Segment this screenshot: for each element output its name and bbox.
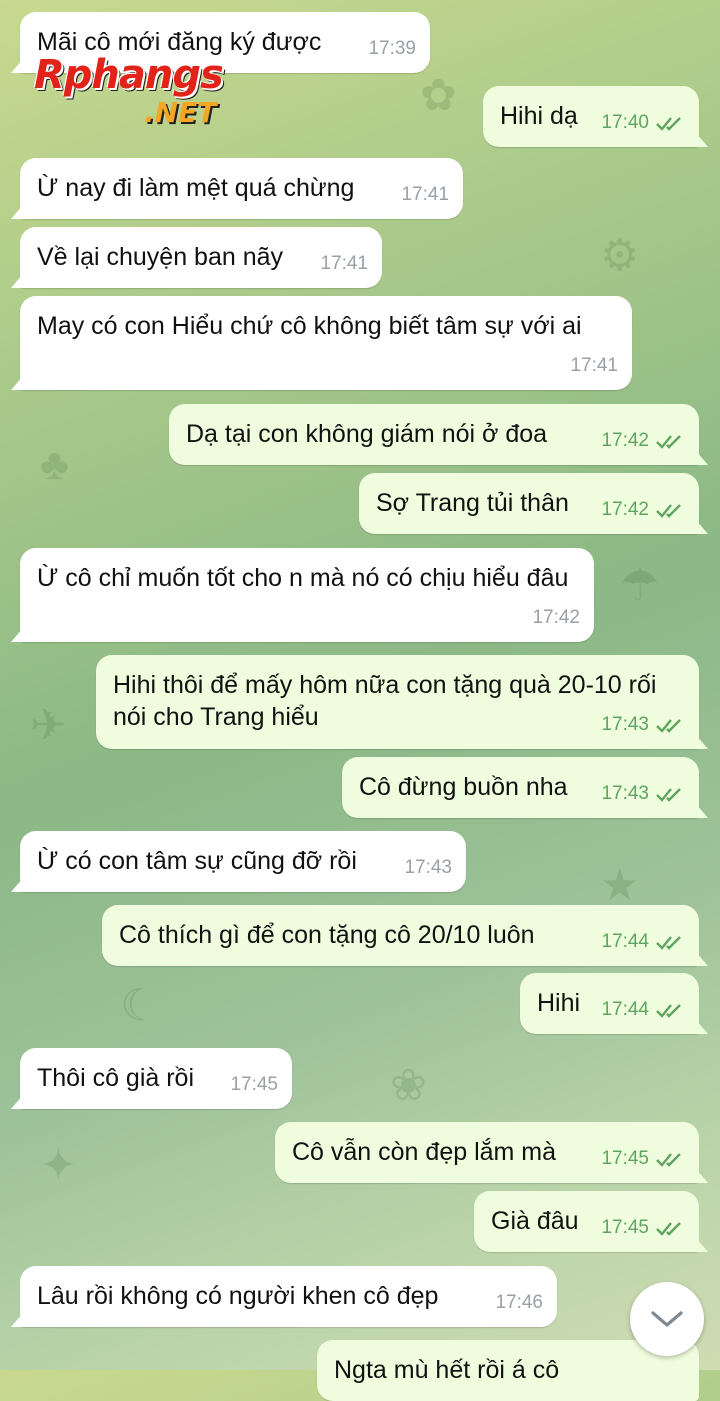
double-check-icon	[656, 719, 681, 733]
message-time: 17:44	[601, 999, 649, 1020]
message-incoming[interactable]: Về lại chuyện ban nãy 17:41	[11, 227, 382, 288]
message-incoming[interactable]: May có con Hiểu chứ cô không biết tâm sự…	[11, 296, 632, 390]
doodle-icon: ✿	[420, 71, 457, 120]
doodle-icon: ☂	[620, 561, 660, 610]
chevron-down-icon	[651, 1311, 683, 1327]
doodle-icon: ♣	[40, 440, 69, 489]
message-text: Thôi cô già rồi	[37, 1064, 195, 1092]
double-check-icon	[656, 504, 681, 518]
message-time: 17:45	[601, 1217, 649, 1238]
message-text: Hihi dạ	[500, 102, 578, 130]
message-text: Ừ nay đi làm mệt quá chừng	[37, 174, 355, 202]
scroll-down-button[interactable]	[630, 1282, 704, 1356]
message-outgoing[interactable]: Cô thích gì để con tặng cô 20/10 luôn 17…	[102, 905, 708, 966]
message-text: Già đâu	[491, 1207, 579, 1235]
message-time: 17:45	[601, 1148, 649, 1169]
doodle-icon: ✈	[30, 701, 67, 750]
message-text: Lâu rồi không có người khen cô đẹp	[37, 1282, 439, 1310]
doodle-icon: ★	[600, 861, 640, 910]
message-text: Hihi	[537, 989, 581, 1017]
double-check-icon	[656, 1153, 681, 1167]
double-check-icon	[656, 435, 681, 449]
message-time: 17:41	[320, 253, 368, 274]
watermark-logo: Rphangs .NET	[34, 52, 254, 132]
message-time: 17:41	[401, 184, 449, 205]
message-time: 17:42	[601, 499, 649, 520]
message-time: 17:45	[230, 1074, 278, 1095]
message-outgoing[interactable]: Hihi dạ 17:40	[483, 86, 708, 147]
message-text: Ừ cô chỉ muốn tốt cho n mà nó có chịu hi…	[37, 564, 569, 592]
message-text: Dạ tại con không giám nói ở đoa	[186, 420, 548, 448]
message-incoming[interactable]: Thôi cô già rồi 17:45	[11, 1048, 292, 1109]
message-incoming[interactable]: Ừ nay đi làm mệt quá chừng 17:41	[11, 158, 463, 219]
message-outgoing[interactable]: Hihi thôi để mấy hôm nữa con tặng quà 20…	[96, 655, 708, 749]
message-time: 17:44	[601, 931, 649, 952]
message-incoming[interactable]: Ừ có con tâm sự cũng đỡ rồi 17:43	[11, 831, 466, 892]
double-check-icon	[656, 788, 681, 802]
doodle-icon: ❀	[390, 1061, 427, 1110]
doodle-icon: ☾	[120, 981, 160, 1030]
doodle-icon: ✦	[40, 1141, 77, 1190]
message-time: 17:39	[368, 38, 416, 59]
double-check-icon	[656, 1004, 681, 1018]
message-text: May có con Hiểu chứ cô không biết tâm sự…	[37, 312, 582, 340]
message-outgoing[interactable]: Hihi 17:44	[520, 973, 708, 1034]
message-text: Cô vẫn còn đẹp lắm mà	[292, 1138, 557, 1166]
double-check-icon	[656, 1222, 681, 1236]
message-time: 17:42	[532, 607, 580, 628]
message-time: 17:46	[495, 1292, 543, 1313]
message-incoming[interactable]: Lâu rồi không có người khen cô đẹp 17:46	[11, 1266, 557, 1327]
double-check-icon	[656, 117, 681, 131]
message-outgoing[interactable]: Cô vẫn còn đẹp lắm mà 17:45	[275, 1122, 708, 1183]
message-time: 17:43	[404, 857, 452, 878]
double-check-icon	[656, 936, 681, 950]
message-outgoing[interactable]: Cô đừng buồn nha 17:43	[342, 757, 708, 818]
message-text: Ngta mù hết rồi á cô	[334, 1356, 560, 1384]
message-text: Về lại chuyện ban nãy	[37, 243, 284, 271]
message-time: 17:43	[601, 714, 649, 735]
message-text: Cô đừng buồn nha	[359, 773, 568, 801]
message-outgoing[interactable]: Già đâu 17:45	[474, 1191, 708, 1252]
message-text: Hihi thôi để mấy hôm nữa con tặng quà 20…	[113, 671, 664, 731]
message-time: 17:41	[570, 355, 618, 376]
message-text: Ừ có con tâm sự cũng đỡ rồi	[37, 847, 357, 875]
message-incoming[interactable]: Ừ cô chỉ muốn tốt cho n mà nó có chịu hi…	[11, 548, 594, 642]
message-outgoing[interactable]: Ngta mù hết rồi á cô	[317, 1340, 699, 1401]
message-time: 17:42	[601, 430, 649, 451]
message-time: 17:43	[601, 783, 649, 804]
doodle-icon: ⚙	[600, 231, 640, 280]
message-outgoing[interactable]: Dạ tại con không giám nói ở đoa 17:42	[169, 404, 708, 465]
watermark-brand: Rphangs	[34, 52, 224, 98]
watermark-net: .NET	[144, 96, 217, 129]
message-text: Cô thích gì để con tặng cô 20/10 luôn	[119, 921, 535, 949]
message-outgoing[interactable]: Sợ Trang tủi thân 17:42	[359, 473, 708, 534]
message-text: Sợ Trang tủi thân	[376, 489, 569, 517]
message-time: 17:40	[601, 112, 649, 133]
